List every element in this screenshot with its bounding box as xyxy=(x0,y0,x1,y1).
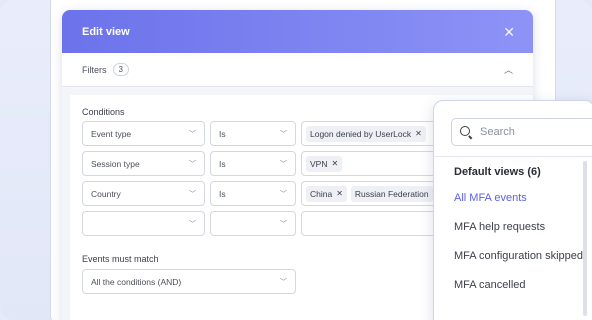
chevron-down-icon: ﹀ xyxy=(189,130,196,138)
field-select[interactable]: Session type ﹀ xyxy=(82,151,205,176)
operator-select[interactable]: Is ﹀ xyxy=(210,181,296,206)
view-item[interactable]: All MFA events xyxy=(454,189,584,207)
views-list: Default views (6) All MFA events MFA hel… xyxy=(454,165,584,294)
group-title: Default views (6) xyxy=(454,166,541,178)
filters-bar[interactable]: Filters 3 ︿ xyxy=(62,53,533,87)
value-tag: China ✕ xyxy=(306,185,347,202)
remove-tag-icon[interactable]: ✕ xyxy=(336,189,343,198)
value-tag: VPN ✕ xyxy=(306,155,343,172)
scrollbar[interactable] xyxy=(583,161,587,316)
chevron-down-icon: ﹀ xyxy=(189,190,196,198)
views-popup: Search Default views (6) All MFA events … xyxy=(433,100,592,320)
chevron-down-icon: ﹀ xyxy=(280,160,287,168)
values-select[interactable]: VPN ✕ xyxy=(301,151,451,176)
operator-value: Is xyxy=(219,188,226,199)
chevron-down-icon: ﹀ xyxy=(280,190,287,198)
view-item[interactable]: MFA help requests xyxy=(454,218,584,236)
chevron-down-icon: ﹀ xyxy=(280,220,287,228)
values-select[interactable]: China ✕ Russian Federation xyxy=(301,181,451,206)
values-select[interactable]: Logon denied by UserLock ✕ xyxy=(301,121,451,146)
view-item[interactable]: MFA configuration skipped xyxy=(454,247,584,265)
chevron-down-icon: ﹀ xyxy=(189,160,196,168)
view-item[interactable]: MFA cancelled xyxy=(454,276,584,294)
chevron-down-icon: ﹀ xyxy=(280,130,287,138)
dialog-header: Edit view ✕ xyxy=(62,10,533,53)
field-select[interactable]: ﹀ xyxy=(82,211,205,236)
operator-select[interactable]: Is ﹀ xyxy=(210,151,296,176)
tag-label: China xyxy=(310,188,333,199)
operator-select[interactable]: Is ﹀ xyxy=(210,121,296,146)
remove-tag-icon[interactable]: ✕ xyxy=(331,159,338,168)
operator-value: Is xyxy=(219,158,226,169)
values-select[interactable] xyxy=(301,211,451,236)
field-select[interactable]: Country ﹀ xyxy=(82,181,205,206)
search-icon xyxy=(460,125,473,139)
divider xyxy=(434,156,592,157)
remove-tag-icon[interactable]: ✕ xyxy=(415,129,422,138)
value-tag: Russian Federation xyxy=(350,185,433,202)
filters-label: Filters xyxy=(82,64,107,75)
chevron-up-icon[interactable]: ︿ xyxy=(504,63,513,76)
tag-label: Logon denied by UserLock xyxy=(310,128,412,139)
match-select[interactable]: All the conditions (AND) ﹀ xyxy=(82,269,296,294)
search-input[interactable]: Search xyxy=(451,118,592,146)
search-placeholder: Search xyxy=(480,126,515,138)
tag-label: VPN xyxy=(310,158,328,169)
match-value: All the conditions (AND) xyxy=(91,276,182,287)
chevron-down-icon: ﹀ xyxy=(280,278,287,286)
chevron-down-icon: ﹀ xyxy=(189,220,196,228)
close-icon[interactable]: ✕ xyxy=(503,25,515,39)
tag-label: Russian Federation xyxy=(354,188,429,199)
field-value: Session type xyxy=(91,158,140,169)
filters-count-badge: 3 xyxy=(112,63,129,76)
field-value: Event type xyxy=(91,128,132,139)
field-value: Country xyxy=(91,188,121,199)
field-select[interactable]: Event type ﹀ xyxy=(82,121,205,146)
value-tag: Logon denied by UserLock ✕ xyxy=(306,125,426,142)
operator-value: Is xyxy=(219,128,226,139)
dialog-title: Edit view xyxy=(82,25,130,38)
operator-select[interactable]: ﹀ xyxy=(210,211,296,236)
